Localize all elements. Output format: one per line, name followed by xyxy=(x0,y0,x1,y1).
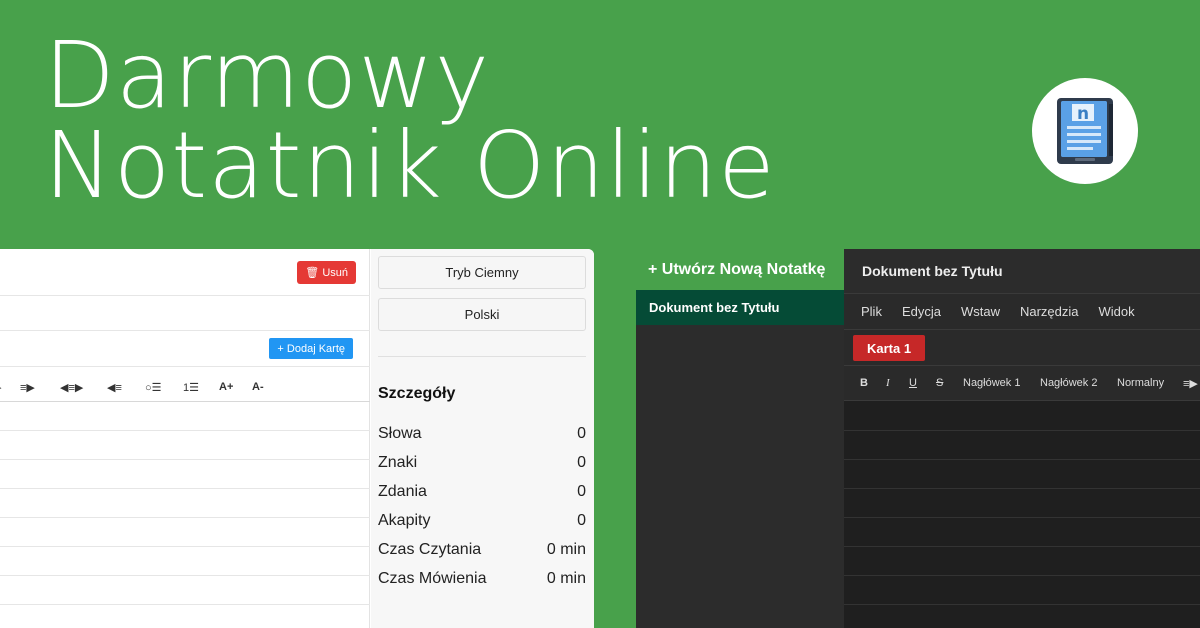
heading-1-button[interactable]: Nagłówek 1 xyxy=(963,377,1020,389)
editor-line xyxy=(0,546,370,547)
bullet-list-icon[interactable]: ○☰ xyxy=(145,381,162,394)
stat-reading-time: Czas Czytania 0 min xyxy=(378,541,586,559)
notebook-app-icon: n xyxy=(1057,98,1113,164)
font-increase-icon[interactable]: A+ xyxy=(219,381,233,393)
editor-line xyxy=(0,575,370,576)
editor-line xyxy=(844,430,1200,431)
stat-paragraphs: Akapity 0 xyxy=(378,512,586,530)
heading-2-button[interactable]: Nagłówek 2 xyxy=(1040,377,1097,389)
align-right-icon[interactable]: ≡▶ xyxy=(1183,377,1198,390)
light-editor-main: 🗑 Usuń + Dodaj Kartę ▸ ≡▶ ◀≡▶ ◀≡ ○☰ 1☰ A… xyxy=(0,249,370,628)
dark-mode-button[interactable]: Tryb Ciemny xyxy=(378,256,586,289)
normal-text-button[interactable]: Normalny xyxy=(1117,377,1164,389)
menu-insert[interactable]: Wstaw xyxy=(961,304,1000,319)
stat-label: Czas Mówienia xyxy=(378,570,487,587)
editor-line xyxy=(844,517,1200,518)
light-editor-panel: 🗑 Usuń + Dodaj Kartę ▸ ≡▶ ◀≡▶ ◀≡ ○☰ 1☰ A… xyxy=(0,249,594,628)
underline-button[interactable]: U xyxy=(909,377,917,389)
light-header-row: 🗑 Usuń xyxy=(0,249,370,296)
editor-line xyxy=(844,459,1200,460)
menu-file[interactable]: Plik xyxy=(861,304,882,319)
bold-button[interactable]: B xyxy=(860,377,868,389)
stat-value: 0 xyxy=(577,425,586,442)
add-tab-button[interactable]: + Dodaj Kartę xyxy=(269,338,353,359)
italic-button[interactable]: I xyxy=(886,377,890,389)
stat-characters: Znaki 0 xyxy=(378,454,586,472)
editor-line xyxy=(0,459,370,460)
delete-button[interactable]: 🗑 Usuń xyxy=(297,261,356,284)
stat-value: 0 xyxy=(577,483,586,500)
align-left-icon[interactable]: ◀≡ xyxy=(107,381,122,394)
stat-value: 0 min xyxy=(546,541,586,558)
tabs-bar: Karta 1 xyxy=(844,330,1200,366)
menu-edit[interactable]: Edycja xyxy=(902,304,941,319)
stat-value: 0 xyxy=(577,512,586,529)
light-tabs-row xyxy=(0,296,370,331)
stat-value: 0 min xyxy=(546,570,586,587)
strikethrough-button[interactable]: S xyxy=(936,377,943,389)
hero-line-1: Darmowy xyxy=(44,22,491,129)
document-title[interactable]: Dokument bez Tytułu xyxy=(844,249,1200,294)
tab-card-1[interactable]: Karta 1 xyxy=(853,335,926,361)
note-list-item[interactable]: Dokument bez Tytułu xyxy=(636,290,844,325)
stat-words: Słowa 0 xyxy=(378,425,586,443)
align-right-icon[interactable]: ≡▶ xyxy=(20,381,35,394)
stat-speaking-time: Czas Mówienia 0 min xyxy=(378,570,586,588)
details-title: Szczegóły xyxy=(378,385,456,402)
editor-line xyxy=(0,488,370,489)
logo: n xyxy=(1032,78,1138,184)
editor-line xyxy=(844,488,1200,489)
stat-label: Zdania xyxy=(378,483,427,500)
editor-line xyxy=(844,575,1200,576)
editor-line xyxy=(0,430,370,431)
create-note-button[interactable]: + Utwórz Nową Notatkę xyxy=(636,249,844,290)
stat-label: Słowa xyxy=(378,425,422,442)
dark-app-panel: + Utwórz Nową Notatkę Dokument bez Tytuł… xyxy=(636,249,1200,628)
notes-sidebar: + Utwórz Nową Notatkę Dokument bez Tytuł… xyxy=(636,249,844,628)
dark-toolbar: B I U S Nagłówek 1 Nagłówek 2 Normalny ≡… xyxy=(844,366,1200,401)
dark-editor-main: Dokument bez Tytułu Plik Edycja Wstaw Na… xyxy=(844,249,1200,628)
hero-title: Darmowy Notatnik Online xyxy=(44,30,776,212)
toolbar-partial-icon[interactable]: ▸ xyxy=(0,381,2,394)
stat-label: Czas Czytania xyxy=(378,541,482,558)
divider xyxy=(0,366,370,367)
hero-line-2: Notatnik Online xyxy=(44,112,776,219)
editor-top-line xyxy=(0,401,370,402)
editor-line xyxy=(0,604,370,605)
numbered-list-icon[interactable]: 1☰ xyxy=(183,381,199,394)
menu-tools[interactable]: Narzędzia xyxy=(1020,304,1079,319)
menu-view[interactable]: Widok xyxy=(1099,304,1135,319)
stat-value: 0 xyxy=(577,454,586,471)
divider xyxy=(378,356,586,357)
stat-label: Znaki xyxy=(378,454,418,471)
menu-bar: Plik Edycja Wstaw Narzędzia Widok xyxy=(844,294,1200,330)
editor-line xyxy=(844,604,1200,605)
stat-label: Akapity xyxy=(378,512,431,529)
svg-text:n: n xyxy=(1077,104,1089,124)
language-button[interactable]: Polski xyxy=(378,298,586,331)
settings-sidebar: Tryb Ciemny Polski Szczegóły Słowa 0 Zna… xyxy=(371,249,594,628)
stat-sentences: Zdania 0 xyxy=(378,483,586,501)
align-center-icon[interactable]: ◀≡▶ xyxy=(60,381,83,394)
editor-line xyxy=(0,517,370,518)
editor-line xyxy=(844,546,1200,547)
font-decrease-icon[interactable]: A- xyxy=(252,381,264,393)
